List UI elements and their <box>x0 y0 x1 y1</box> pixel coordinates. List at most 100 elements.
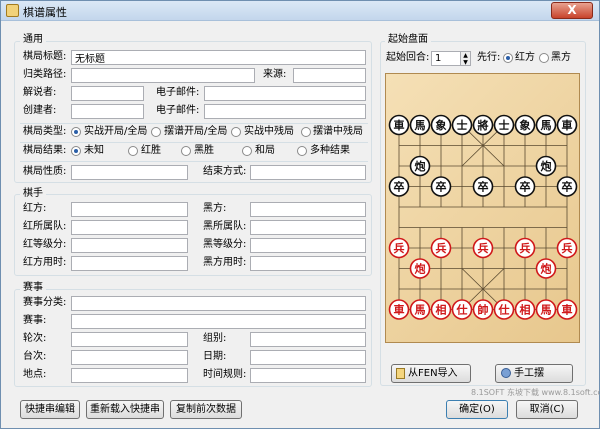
svg-text:卒: 卒 <box>478 180 489 194</box>
manual-icon <box>501 368 511 378</box>
ok-button[interactable]: 确定(O) <box>446 400 508 419</box>
chess-piece[interactable]: 兵 <box>472 237 494 259</box>
chess-piece[interactable]: 仕 <box>493 299 515 320</box>
red-player-input[interactable] <box>71 202 188 217</box>
manual-setup-button[interactable]: 手工摆 <box>495 364 573 383</box>
red-team-input[interactable] <box>71 220 188 235</box>
path-input[interactable] <box>71 68 255 83</box>
title-input[interactable] <box>71 50 366 65</box>
chess-piece[interactable]: 相 <box>514 299 536 320</box>
chess-board[interactable]: 車馬象士將士象馬車炮炮卒卒卒卒卒兵兵兵兵兵炮炮車馬相仕帥仕相馬車 <box>385 73 580 343</box>
start-round-input[interactable] <box>431 51 461 66</box>
svg-text:兵: 兵 <box>520 241 531 255</box>
black-time-input[interactable] <box>250 256 366 271</box>
copy-prev-button[interactable]: 复制前次数据 <box>170 400 242 419</box>
board-svg: 車馬象士將士象馬車炮 炮卒卒卒卒卒兵兵兵兵兵炮 炮車馬相仕帥仕相馬車 <box>388 114 578 320</box>
first-black-radio[interactable] <box>539 53 549 63</box>
black-team-input[interactable] <box>250 220 366 235</box>
chess-piece[interactable]: 車 <box>556 299 578 320</box>
type-radio-1[interactable] <box>151 127 161 137</box>
end-input[interactable] <box>250 165 366 180</box>
black-rank-input[interactable] <box>250 238 366 253</box>
venue-input[interactable] <box>71 368 188 383</box>
round-input[interactable] <box>71 332 188 347</box>
chess-piece[interactable]: 卒 <box>388 176 410 197</box>
nature-input[interactable] <box>71 165 188 180</box>
chess-piece[interactable]: 炮 <box>535 155 557 177</box>
svg-text:炮: 炮 <box>541 159 552 173</box>
type-radio-0[interactable] <box>71 127 81 137</box>
result-radio-3[interactable] <box>242 146 252 156</box>
result-radio-4[interactable] <box>297 146 307 156</box>
chess-piece[interactable]: 馬 <box>535 299 557 320</box>
first-red-radio[interactable] <box>503 53 513 63</box>
chess-piece[interactable]: 卒 <box>514 176 536 197</box>
from-fen-button[interactable]: 从FEN导入 <box>391 364 471 383</box>
title-label: 棋局标题: <box>23 51 67 62</box>
chess-piece[interactable]: 炮 <box>535 258 557 279</box>
first-red-label: 红方 <box>515 52 535 63</box>
chess-piece[interactable]: 馬 <box>409 299 431 320</box>
chess-piece[interactable]: 兵 <box>556 237 578 259</box>
category-label: 赛事分类: <box>23 297 67 308</box>
chess-piece[interactable]: 象 <box>514 114 536 136</box>
chess-piece[interactable]: 炮 <box>409 258 431 279</box>
svg-text:炮: 炮 <box>415 262 426 276</box>
quick-edit-button[interactable]: 快捷串编辑 <box>20 400 80 419</box>
time-rule-input[interactable] <box>250 368 366 383</box>
chess-piece[interactable]: 車 <box>388 299 410 320</box>
chess-piece[interactable]: 象 <box>430 114 452 136</box>
close-button[interactable]: X <box>551 2 593 19</box>
cancel-button[interactable]: 取消(C) <box>516 400 578 419</box>
red-time-input[interactable] <box>71 256 188 271</box>
start-round-stepper[interactable]: ▲ ▼ <box>461 51 471 66</box>
watermark: 8.1SOFT 东坡下载 www.8.1soft.com <box>471 388 600 397</box>
end-label: 结束方式: <box>203 166 247 177</box>
chess-piece[interactable]: 車 <box>556 114 578 136</box>
result-radio-2[interactable] <box>181 146 191 156</box>
first-black-label: 黑方 <box>551 52 571 63</box>
email2-input[interactable] <box>204 104 366 119</box>
chess-piece[interactable]: 炮 <box>409 155 431 177</box>
red-player-label: 红方: <box>23 203 47 214</box>
chess-piece[interactable]: 將 <box>472 114 494 136</box>
chess-piece[interactable]: 卒 <box>472 176 494 197</box>
svg-text:兵: 兵 <box>394 241 405 255</box>
reload-button[interactable]: 重新载入快捷串 <box>86 400 164 419</box>
creator-input[interactable] <box>71 104 144 119</box>
black-player-input[interactable] <box>250 202 366 217</box>
chess-piece[interactable]: 士 <box>451 114 473 136</box>
chess-piece[interactable]: 仕 <box>451 299 473 320</box>
type-radio-2[interactable] <box>231 127 241 137</box>
group-field-input[interactable] <box>250 332 366 347</box>
chess-piece[interactable]: 相 <box>430 299 452 320</box>
svg-text:車: 車 <box>394 118 405 132</box>
source-input[interactable] <box>293 68 366 83</box>
date-input[interactable] <box>250 350 366 365</box>
svg-text:相: 相 <box>436 303 447 317</box>
svg-text:馬: 馬 <box>415 119 426 132</box>
chess-piece[interactable]: 帥 <box>472 299 494 320</box>
chess-piece[interactable]: 兵 <box>430 237 452 259</box>
chess-piece[interactable]: 卒 <box>556 176 578 197</box>
result-option-0: 未知 <box>84 145 104 156</box>
chess-piece[interactable]: 兵 <box>388 237 410 259</box>
email1-label: 电子邮件: <box>156 87 200 98</box>
chess-piece[interactable]: 馬 <box>535 114 557 136</box>
category-input[interactable] <box>71 296 366 311</box>
chess-piece[interactable]: 卒 <box>430 176 452 197</box>
result-radio-0[interactable] <box>71 146 81 156</box>
red-rank-input[interactable] <box>71 238 188 253</box>
event-input[interactable] <box>71 314 366 329</box>
chess-piece[interactable]: 馬 <box>409 114 431 136</box>
table-input[interactable] <box>71 350 188 365</box>
chess-piece[interactable]: 兵 <box>514 237 536 259</box>
commentator-input[interactable] <box>71 86 144 101</box>
email1-input[interactable] <box>204 86 366 101</box>
type-radio-3[interactable] <box>301 127 311 137</box>
chess-piece[interactable]: 士 <box>493 114 515 136</box>
event-label: 赛事: <box>23 315 47 326</box>
svg-text:炮: 炮 <box>541 262 552 276</box>
result-radio-1[interactable] <box>128 146 138 156</box>
chess-piece[interactable]: 車 <box>388 114 410 136</box>
